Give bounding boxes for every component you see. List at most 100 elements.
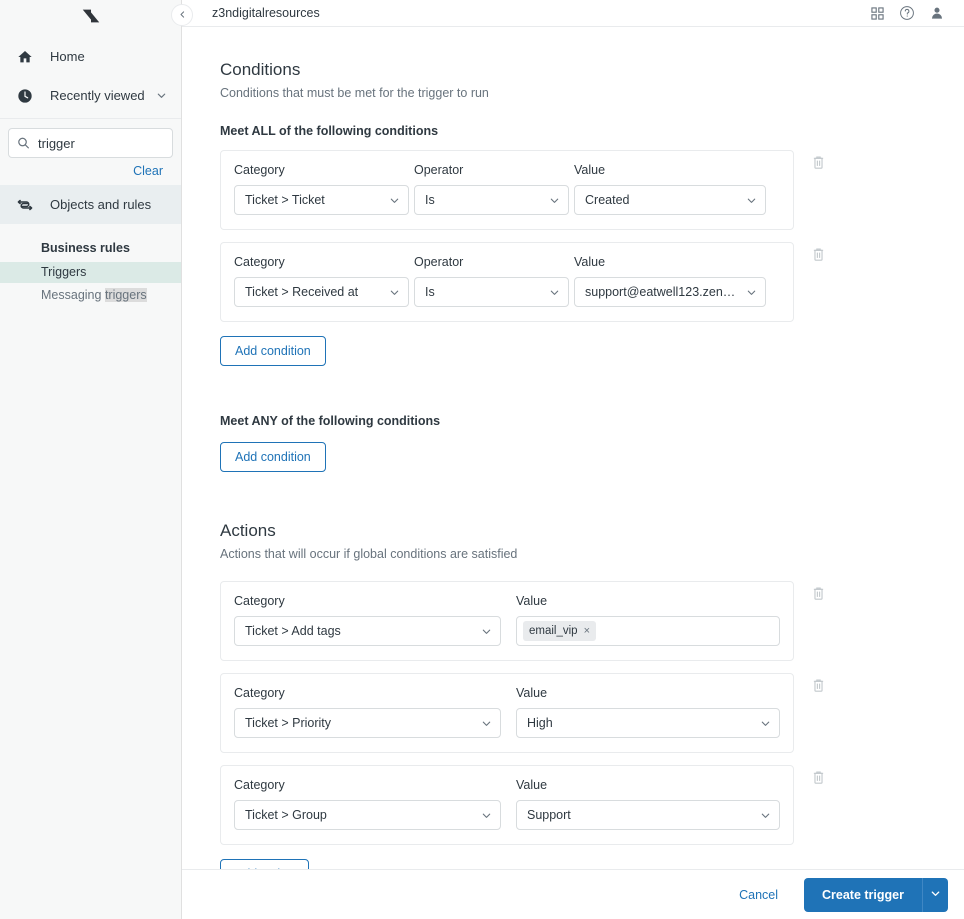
action-row: Category Ticket > Priority Value High bbox=[220, 673, 964, 753]
action-3-value-value: Support bbox=[526, 808, 571, 822]
condition-1-value-select[interactable]: Created bbox=[574, 185, 766, 215]
delete-action-3-button[interactable] bbox=[812, 770, 825, 785]
delete-condition-1-button[interactable] bbox=[812, 155, 825, 170]
meet-all-label: Meet ALL of the following conditions bbox=[220, 124, 439, 138]
clear-search-link[interactable]: Clear bbox=[133, 164, 163, 178]
condition-card-2: Category Ticket > Received at Operator I… bbox=[220, 242, 794, 322]
create-trigger-dropdown-button[interactable] bbox=[922, 877, 948, 912]
actions-subtitle: Actions that will occur if global condit… bbox=[220, 547, 518, 561]
sidebar-item-objects-and-rules[interactable]: Objects and rules bbox=[0, 185, 181, 224]
create-trigger-button[interactable]: Create trigger bbox=[804, 877, 922, 912]
delete-action-1-button[interactable] bbox=[812, 586, 825, 601]
action-2-category-value: Ticket > Priority bbox=[245, 716, 332, 730]
condition-1-value-field: Value Created bbox=[574, 163, 766, 215]
action-2-value-select[interactable]: High bbox=[515, 708, 780, 738]
condition-1-category-field: Category Ticket > Ticket bbox=[234, 163, 409, 215]
sidebar-search-wrap: Clear bbox=[0, 119, 181, 185]
brand-logo[interactable] bbox=[0, 0, 181, 27]
condition-2-category-value: Ticket > Received at bbox=[245, 285, 359, 299]
remove-tag-icon[interactable]: × bbox=[584, 625, 590, 637]
add-condition-any-button[interactable]: Add condition bbox=[220, 442, 326, 472]
chevron-down-icon bbox=[549, 287, 560, 298]
condition-2-value-field: Value support@eatwell123.zendes... bbox=[574, 255, 766, 307]
chevron-down-icon bbox=[746, 287, 757, 298]
condition-1-category-select[interactable]: Ticket > Ticket bbox=[234, 185, 409, 215]
action-2-category-select[interactable]: Ticket > Priority bbox=[234, 708, 501, 738]
condition-2-operator-select[interactable]: Is bbox=[414, 277, 569, 307]
field-label-operator: Operator bbox=[414, 163, 464, 177]
field-label-category: Category bbox=[234, 163, 285, 177]
action-1-category-select[interactable]: Ticket > Add tags bbox=[234, 616, 501, 646]
chevron-down-icon bbox=[481, 626, 492, 637]
action-1-category-field: Category Ticket > Add tags bbox=[234, 594, 501, 646]
condition-1-operator-select[interactable]: Is bbox=[414, 185, 569, 215]
condition-card-1: Category Ticket > Ticket Operator Is Val… bbox=[220, 150, 794, 230]
help-circle-icon[interactable] bbox=[892, 0, 922, 26]
action-card-3: Category Ticket > Group Value Support bbox=[220, 765, 794, 845]
chevron-down-icon[interactable] bbox=[156, 90, 167, 101]
tag-chip[interactable]: email_vip × bbox=[522, 621, 596, 641]
cancel-button[interactable]: Cancel bbox=[723, 879, 794, 911]
sidebar-collapse-button[interactable] bbox=[171, 4, 193, 26]
condition-1-operator-value: Is bbox=[425, 193, 435, 207]
content-inner: Conditions Conditions that must be met f… bbox=[182, 27, 964, 915]
action-row: Category Ticket > Add tags Value email_v… bbox=[220, 581, 964, 661]
clock-icon bbox=[14, 85, 36, 107]
chevron-down-icon bbox=[389, 287, 400, 298]
zendesk-logo-icon bbox=[82, 9, 99, 22]
search-input[interactable] bbox=[9, 129, 172, 157]
action-3-category-field: Category Ticket > Group bbox=[234, 778, 501, 830]
action-2-value-value: High bbox=[526, 716, 553, 730]
chevron-down-icon bbox=[746, 195, 757, 206]
condition-2-category-field: Category Ticket > Received at bbox=[234, 255, 409, 307]
add-condition-all-button[interactable]: Add condition bbox=[220, 336, 326, 366]
chevron-down-icon bbox=[481, 718, 492, 729]
sidebar-nav-top: Home Recently viewed bbox=[0, 27, 181, 115]
condition-2-operator-field: Operator Is bbox=[414, 255, 569, 307]
action-1-category-value: Ticket > Add tags bbox=[245, 624, 341, 638]
action-3-category-select[interactable]: Ticket > Group bbox=[234, 800, 501, 830]
meet-any-label: Meet ANY of the following conditions bbox=[220, 414, 441, 428]
business-rules-heading: Business rules bbox=[41, 241, 130, 255]
field-label-category: Category bbox=[234, 594, 285, 608]
field-label-category: Category bbox=[234, 255, 285, 269]
delete-condition-2-button[interactable] bbox=[812, 247, 825, 262]
sidebar-item-objects-and-rules-label: Objects and rules bbox=[50, 197, 152, 212]
delete-action-2-button[interactable] bbox=[812, 678, 825, 693]
action-3-category-value: Ticket > Group bbox=[245, 808, 327, 822]
field-label-category: Category bbox=[234, 686, 285, 700]
field-label-value: Value bbox=[515, 686, 548, 700]
field-label-category: Category bbox=[234, 778, 285, 792]
sidebar-item-recently-viewed[interactable]: Recently viewed bbox=[0, 76, 181, 115]
chevron-down-icon bbox=[760, 718, 771, 729]
sidebar-item-triggers-label-rest: s bbox=[80, 265, 87, 279]
sidebar-item-triggers[interactable]: Triggers bbox=[0, 262, 181, 283]
chevron-down-icon bbox=[760, 810, 771, 821]
action-1-tag-input[interactable]: email_vip × bbox=[515, 616, 780, 646]
search-box[interactable] bbox=[8, 128, 173, 158]
sidebar-item-messaging-triggers-prefix: Messaging bbox=[41, 288, 105, 302]
sidebar-item-home[interactable]: Home bbox=[0, 37, 181, 76]
conditions-title: Conditions bbox=[220, 60, 301, 79]
chevron-left-icon bbox=[178, 6, 187, 24]
apps-grid-icon[interactable] bbox=[862, 0, 892, 26]
condition-2-category-select[interactable]: Ticket > Received at bbox=[234, 277, 409, 307]
condition-2-value-select[interactable]: support@eatwell123.zendes... bbox=[574, 277, 766, 307]
action-3-value-select[interactable]: Support bbox=[515, 800, 780, 830]
sidebar-item-recently-viewed-label: Recently viewed bbox=[50, 88, 145, 103]
page-title: z3ndigitalresources bbox=[212, 6, 320, 20]
field-label-value: Value bbox=[515, 778, 548, 792]
user-avatar-icon[interactable] bbox=[922, 0, 952, 26]
create-trigger-group: Create trigger bbox=[804, 877, 948, 912]
sidebar-item-messaging-triggers[interactable]: Messaging triggers bbox=[0, 285, 181, 306]
main-panel: z3ndigitalresources Conditions Condition… bbox=[171, 0, 964, 919]
sidebar-item-triggers-label-match: Trigger bbox=[41, 265, 81, 279]
condition-1-operator-field: Operator Is bbox=[414, 163, 569, 215]
field-label-value: Value bbox=[574, 163, 606, 177]
content-scroll-area: Conditions Conditions that must be met f… bbox=[182, 27, 964, 919]
sidebar-item-home-label: Home bbox=[50, 49, 85, 64]
action-card-1: Category Ticket > Add tags Value email_v… bbox=[220, 581, 794, 661]
app-root: Home Recently viewed trigger Clear Objec… bbox=[0, 0, 964, 919]
